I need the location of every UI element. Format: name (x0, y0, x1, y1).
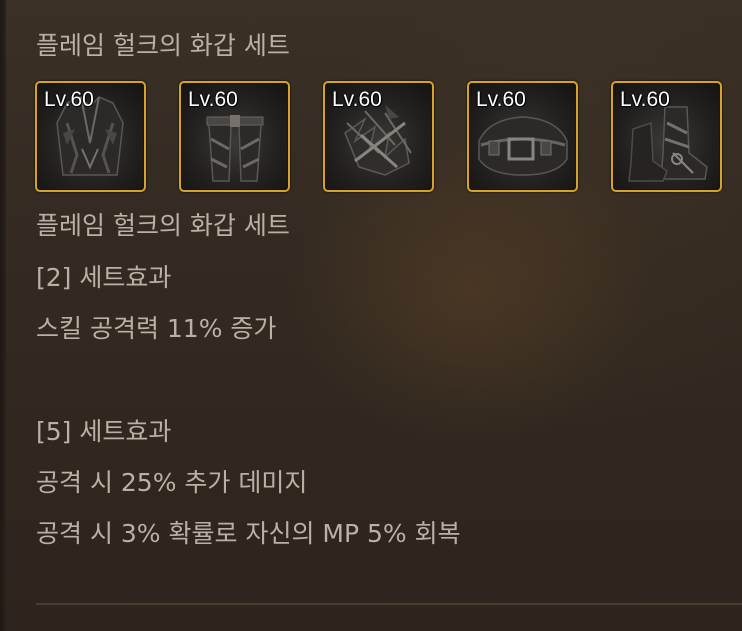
item-set-tooltip: 플레임 헐크의 화갑 세트 Lv.60 Lv.60 Lv.60 Lv.60 Lv… (0, 0, 742, 631)
item-slot-belt[interactable]: Lv.60 (467, 81, 578, 192)
item-slot-pants[interactable]: Lv.60 (179, 81, 290, 192)
set-bonus-2-effect: 스킬 공격력 11% 증가 (36, 314, 277, 343)
set-name: 플레임 헐크의 화갑 세트 (36, 211, 290, 240)
item-level-label: Lv.60 (188, 88, 238, 111)
set-items-row: Lv.60 Lv.60 Lv.60 Lv.60 Lv.60 (35, 81, 735, 193)
set-bonus-5-header: [5] 세트효과 (36, 417, 172, 446)
item-slot-shoulder[interactable]: Lv.60 (323, 81, 434, 192)
item-slot-boots[interactable]: Lv.60 (611, 81, 722, 192)
item-slot-jacket[interactable]: Lv.60 (35, 81, 146, 192)
item-level-label: Lv.60 (620, 88, 670, 111)
set-bonus-2-header: [2] 세트효과 (36, 263, 172, 292)
item-level-label: Lv.60 (44, 88, 94, 111)
set-bonus-5-effect-2: 공격 시 3% 확률로 자신의 MP 5% 회복 (36, 519, 461, 548)
item-level-label: Lv.60 (476, 88, 526, 111)
panel-edge (0, 0, 6, 631)
divider (36, 603, 742, 605)
set-title: 플레임 헐크의 화갑 세트 (36, 31, 290, 60)
set-bonus-5-effect-1: 공격 시 25% 추가 데미지 (36, 468, 308, 497)
item-level-label: Lv.60 (332, 88, 382, 111)
